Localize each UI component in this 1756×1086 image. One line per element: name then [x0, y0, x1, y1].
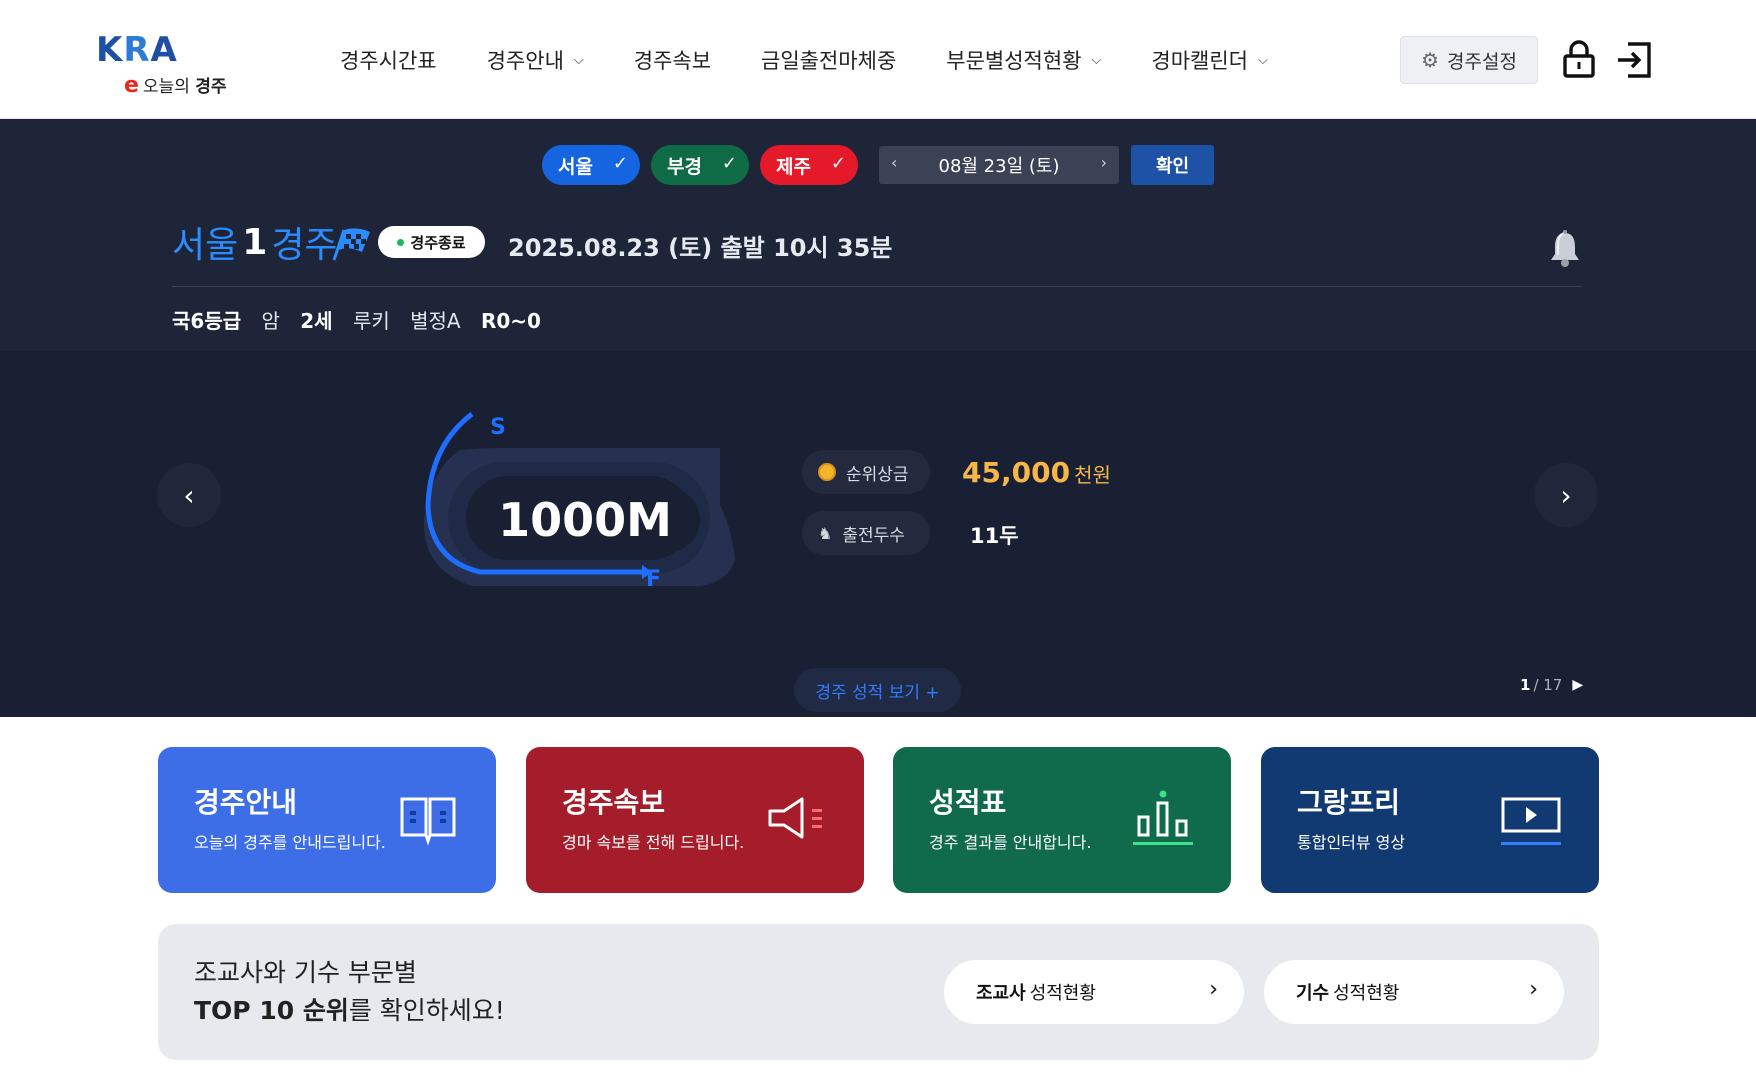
track-filter-busan[interactable]: 부경 ✓: [651, 145, 749, 185]
chevron-down-icon: ⌵: [1258, 52, 1268, 68]
book-icon: [400, 797, 456, 846]
race-pager: 1/ 17 ▶: [1520, 676, 1584, 694]
card-race-guide[interactable]: 경주안내 오늘의 경주를 안내드립니다.: [158, 747, 496, 893]
nav-category-stats[interactable]: 부문별성적현황 ⌵: [946, 44, 1101, 76]
nav-horse-weight[interactable]: 금일출전마체중: [761, 44, 896, 76]
check-icon: ✓: [612, 153, 628, 174]
kra-logo[interactable]: KRA e 오늘의 경주: [96, 30, 246, 98]
jockey-stats-button[interactable]: 기수 성적현황 ›: [1264, 960, 1564, 1024]
race-title: 서울 1 경주: [172, 221, 338, 267]
confirm-button[interactable]: 확인: [1131, 145, 1214, 185]
nav-race-timetable[interactable]: 경주시간표: [340, 44, 437, 76]
date-picker[interactable]: ‹ 08월 23일 (토) ›: [879, 146, 1119, 184]
track-filter-jeju[interactable]: 제주 ✓: [760, 145, 858, 185]
race-datetime: 2025.08.23 (토) 출발 10시 35분: [508, 234, 893, 262]
chevron-left-icon[interactable]: ‹: [891, 153, 897, 172]
selected-date: 08월 23일 (토): [938, 156, 1060, 177]
chevron-down-icon: ⌵: [1091, 52, 1102, 68]
coin-icon: [818, 463, 836, 481]
horses-label-pill: ♞ 출전두수: [802, 511, 930, 555]
divider: [172, 286, 1582, 287]
card-grand-prix[interactable]: 그랑프리 통합인터뷰 영상: [1261, 747, 1599, 893]
chevron-right-icon: ›: [1560, 478, 1572, 512]
track-finish-label: F: [646, 567, 661, 592]
race-conditions: 국6등급 암 2세 루키 별정A R0~0: [172, 309, 541, 333]
checkered-flag-icon: [332, 228, 370, 261]
race-distance: 1000M: [470, 488, 700, 552]
nav-race-guide[interactable]: 경주안내 ⌵: [487, 44, 584, 76]
check-icon: ✓: [830, 153, 846, 174]
status-dot: [397, 238, 405, 246]
chevron-right-icon[interactable]: ›: [1101, 153, 1107, 172]
card-results[interactable]: 성적표 경주 결과를 안내합니다.: [893, 747, 1231, 893]
chevron-right-icon: ›: [1209, 977, 1218, 1002]
card-race-news[interactable]: 경주속보 경마 속보를 전해 드립니다.: [526, 747, 864, 893]
chevron-left-icon: ‹: [183, 478, 195, 512]
top10-ranking-banner: 조교사와 기수 부문별 TOP 10 순위를 확인하세요! 조교사 성적현황 › …: [158, 924, 1599, 1060]
logo-subtitle: e 오늘의 경주: [124, 73, 227, 98]
check-icon: ✓: [721, 153, 737, 174]
race-status-badge: 경주종료: [378, 226, 485, 258]
prize-label-pill: 순위상금: [802, 450, 930, 494]
play-icon[interactable]: ▶: [1572, 677, 1583, 693]
bell-icon[interactable]: [1548, 230, 1582, 268]
prize-value: 45,000 천원: [962, 456, 1111, 489]
megaphone-icon: [768, 797, 822, 839]
logo-e-mark: e: [124, 73, 139, 98]
chevron-right-icon: ›: [1529, 977, 1538, 1002]
video-play-icon: [1501, 797, 1561, 845]
nav-racing-calendar[interactable]: 경마캘린더 ⌵: [1151, 44, 1267, 76]
nav-race-news[interactable]: 경주속보: [634, 44, 711, 76]
race-settings-button[interactable]: ⚙ 경주설정: [1400, 36, 1538, 84]
trainer-stats-button[interactable]: 조교사 성적현황 ›: [944, 960, 1244, 1024]
chevron-down-icon: ⌵: [573, 52, 584, 68]
track-start-label: S: [490, 415, 506, 440]
horses-count: 11두: [970, 524, 1019, 548]
gear-icon: ⚙: [1421, 48, 1439, 72]
main-nav: 경주시간표 경주안내 ⌵ 경주속보 금일출전마체중 부문별성적현황 ⌵ 경마캘린더 ⌵: [340, 44, 1318, 76]
podium-chart-icon: [1133, 790, 1193, 845]
site-header: KRA e 오늘의 경주 경주시간표 경주안내 ⌵ 경주속보 금일출전마체중 부문별…: [0, 0, 1756, 119]
horse-icon: ♞: [818, 523, 833, 543]
previous-race-button[interactable]: ‹: [157, 463, 221, 527]
logo-kra-text: KRA: [96, 30, 178, 70]
ranking-promo-text: 조교사와 기수 부문별 TOP 10 순위를 확인하세요!: [194, 958, 505, 1025]
lock-icon[interactable]: [1563, 40, 1595, 78]
view-race-results-button[interactable]: 경주 성적 보기 +: [794, 668, 961, 712]
login-icon[interactable]: [1616, 42, 1652, 78]
track-filter-seoul[interactable]: 서울 ✓: [542, 145, 640, 185]
next-race-button[interactable]: ›: [1534, 463, 1598, 527]
